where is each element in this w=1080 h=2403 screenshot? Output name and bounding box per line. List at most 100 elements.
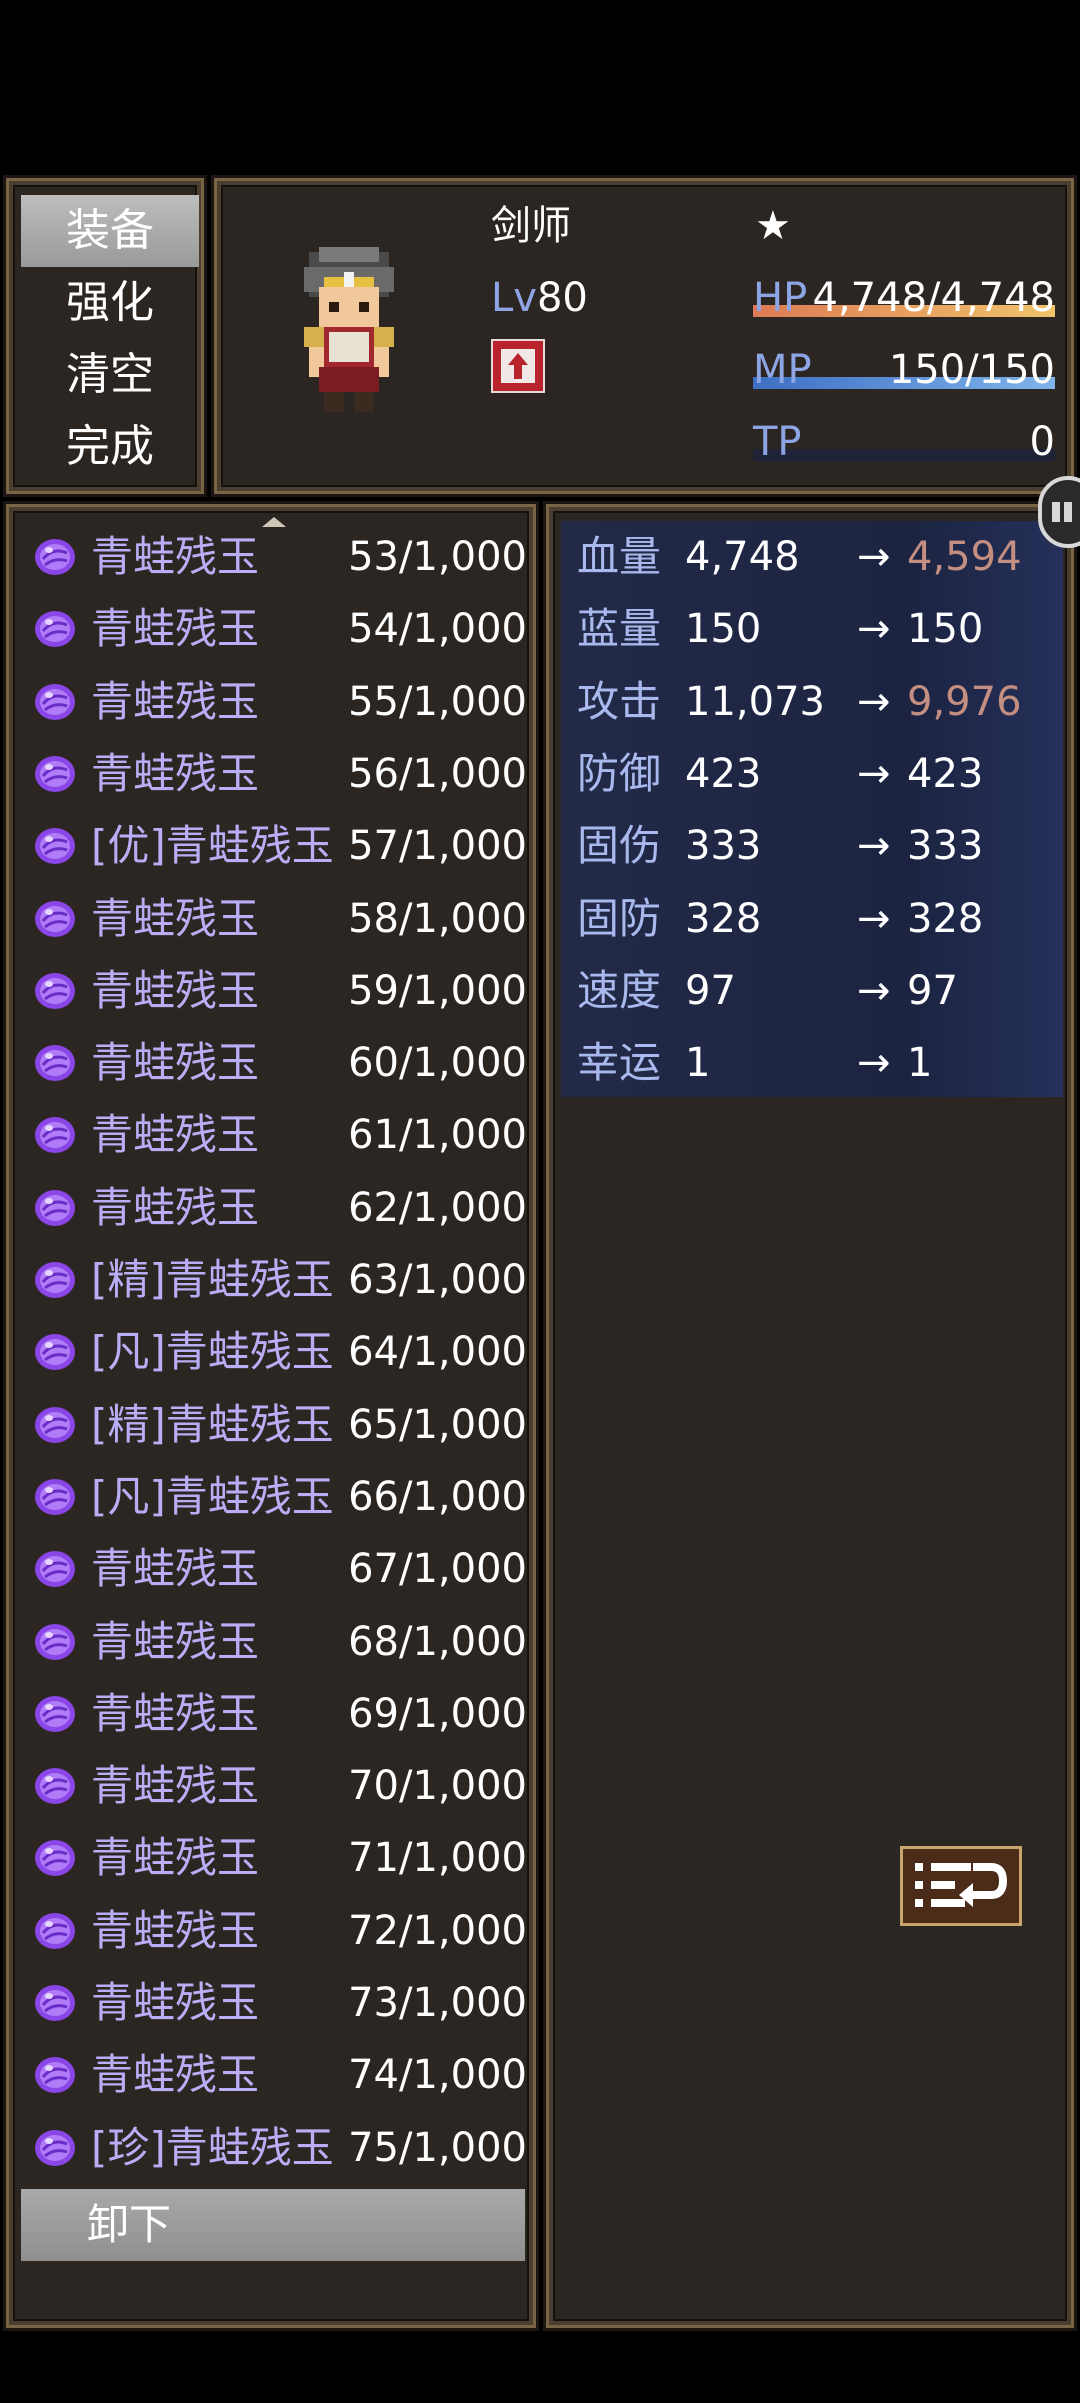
- item-row[interactable]: 青蛙残玉 53/1,000: [23, 521, 527, 593]
- item-count: 65/1,000: [348, 1401, 527, 1448]
- item-row[interactable]: [精]青蛙残玉 63/1,000: [23, 1244, 527, 1316]
- item-name: [优]青蛙残玉: [91, 821, 334, 871]
- param-row: 蓝量 150 → 150: [561, 593, 1063, 665]
- param-row: 幸运 1 → 1: [561, 1027, 1063, 1099]
- level-display: Lv80: [491, 273, 588, 323]
- item-row[interactable]: 青蛙残玉 54/1,000: [23, 593, 527, 665]
- item-name: 青蛙残玉: [91, 1688, 260, 1738]
- item-row[interactable]: 青蛙残玉 69/1,000: [23, 1678, 527, 1750]
- item-count: 64/1,000: [348, 1329, 527, 1376]
- tp-value: 0: [1029, 419, 1055, 465]
- item-count: 55/1,000: [348, 678, 527, 725]
- sort-toggle-button[interactable]: [900, 1846, 1022, 1926]
- item-row[interactable]: 青蛙残玉 56/1,000: [23, 738, 527, 810]
- param-current: 1: [685, 1040, 711, 1087]
- item-name: 青蛙残玉: [91, 532, 260, 581]
- arrow-right-icon: →: [857, 895, 891, 942]
- item-row[interactable]: 青蛙残玉 74/1,000: [23, 2039, 527, 2111]
- jade-gem-icon: [33, 1041, 77, 1085]
- item-count: 57/1,000: [348, 823, 527, 870]
- item-row[interactable]: 青蛙残玉 73/1,000: [23, 1967, 527, 2039]
- item-name: 青蛙残玉: [91, 604, 260, 654]
- param-name: 幸运: [577, 1038, 662, 1088]
- item-list-window: 青蛙残玉 53/1,000 青蛙残玉 54/1,000 青蛙残玉 55/1,000 青蛙残玉…: [3, 501, 539, 2331]
- jade-gem-icon: [33, 1981, 77, 2025]
- jade-gem-icon: [33, 824, 77, 868]
- item-name: 青蛙残玉: [91, 1905, 260, 1955]
- item-count: 70/1,000: [348, 1763, 527, 1810]
- item-count: 73/1,000: [348, 1980, 527, 2026]
- parameter-window: 血量 4,748 → 4,594 蓝量 150 → 150 攻击 11,073 → 9,976 防御 42…: [543, 501, 1077, 2331]
- command-clear[interactable]: 清空: [21, 339, 199, 411]
- jade-gem-icon: [33, 680, 77, 724]
- command-window: 装备 强化 清空 完成: [3, 175, 207, 497]
- item-name: [精]青蛙残玉: [91, 1399, 334, 1449]
- item-name: 青蛙残玉: [91, 965, 260, 1015]
- jade-gem-icon: [33, 1836, 77, 1880]
- item-count: 75/1,000: [348, 2124, 527, 2171]
- jade-gem-icon: [33, 607, 77, 651]
- item-row[interactable]: 青蛙残玉 70/1,000: [23, 1750, 527, 1822]
- item-count: 67/1,000: [348, 1546, 527, 1593]
- item-count: 69/1,000: [348, 1690, 527, 1737]
- param-new: 150: [907, 606, 984, 653]
- item-name: 青蛙残玉: [91, 1833, 260, 1883]
- item-count: 62/1,000: [348, 1184, 527, 1231]
- hp-value: 4,748/4,748: [812, 275, 1056, 321]
- side-menu-handle[interactable]: [1038, 476, 1080, 548]
- item-name: [凡]青蛙残玉: [91, 1327, 334, 1377]
- item-name: 青蛙残玉: [91, 748, 260, 798]
- item-name: 青蛙残玉: [91, 1761, 260, 1811]
- item-row[interactable]: 青蛙残玉 72/1,000: [23, 1895, 527, 1967]
- item-count: 71/1,000: [348, 1835, 527, 1882]
- jade-gem-icon: [33, 1403, 77, 1447]
- item-row[interactable]: 青蛙残玉 67/1,000: [23, 1533, 527, 1605]
- arrow-right-icon: →: [857, 967, 891, 1014]
- item-row[interactable]: 青蛙残玉 59/1,000: [23, 955, 527, 1027]
- jade-gem-icon: [33, 969, 77, 1013]
- item-count: 54/1,000: [348, 606, 527, 653]
- character-sprite: [304, 247, 394, 412]
- param-name: 攻击: [577, 676, 662, 726]
- param-name: 速度: [577, 965, 662, 1015]
- item-name: 青蛙残玉: [91, 1038, 260, 1088]
- item-row[interactable]: 青蛙残玉 60/1,000: [23, 1027, 527, 1099]
- item-name: [珍]青蛙残玉: [91, 2122, 334, 2172]
- item-name: 青蛙残玉: [91, 2050, 260, 2100]
- item-row[interactable]: 青蛙残玉 71/1,000: [23, 1822, 527, 1894]
- item-row[interactable]: [优]青蛙残玉 57/1,000: [23, 810, 527, 882]
- item-name: 青蛙残玉: [91, 1182, 260, 1232]
- param-row: 血量 4,748 → 4,594: [561, 521, 1063, 593]
- jade-gem-icon: [33, 1186, 77, 1230]
- item-row[interactable]: [珍]青蛙残玉 75/1,000: [23, 2112, 527, 2184]
- param-current: 4,748: [685, 534, 800, 580]
- jade-gem-icon: [33, 2053, 77, 2097]
- item-row[interactable]: 青蛙残玉 68/1,000: [23, 1606, 527, 1678]
- class-name: 剑师: [491, 203, 571, 249]
- item-count: 68/1,000: [348, 1618, 527, 1665]
- item-row[interactable]: [凡]青蛙残玉 64/1,000: [23, 1316, 527, 1388]
- param-row: 速度 97 → 97: [561, 955, 1063, 1027]
- unequip-button[interactable]: 卸下: [21, 2189, 525, 2261]
- mp-value: 150/150: [888, 347, 1055, 393]
- hp-label: HP: [753, 275, 808, 321]
- state-icon: [491, 339, 545, 393]
- item-row[interactable]: 青蛙残玉 55/1,000: [23, 666, 527, 738]
- jade-gem-icon: [33, 1258, 77, 1302]
- arrow-right-icon: →: [857, 750, 891, 797]
- item-row[interactable]: [精]青蛙残玉 65/1,000: [23, 1389, 527, 1461]
- command-finish[interactable]: 完成: [21, 411, 199, 483]
- command-enhance[interactable]: 强化: [21, 267, 199, 339]
- item-name: [凡]青蛙残玉: [91, 1471, 334, 1521]
- item-row[interactable]: 青蛙残玉 61/1,000: [23, 1099, 527, 1171]
- command-equip[interactable]: 装备: [21, 195, 199, 267]
- item-name: 青蛙残玉: [91, 893, 260, 943]
- item-row[interactable]: 青蛙残玉 58/1,000: [23, 883, 527, 955]
- item-row[interactable]: [凡]青蛙残玉 66/1,000: [23, 1461, 527, 1533]
- param-name: 蓝量: [577, 604, 662, 654]
- arrow-right-icon: →: [857, 534, 891, 580]
- item-row[interactable]: 青蛙残玉 62/1,000: [23, 1172, 527, 1244]
- mp-label: MP: [753, 347, 812, 393]
- item-name: 青蛙残玉: [91, 1110, 260, 1160]
- param-name: 固防: [577, 893, 662, 943]
